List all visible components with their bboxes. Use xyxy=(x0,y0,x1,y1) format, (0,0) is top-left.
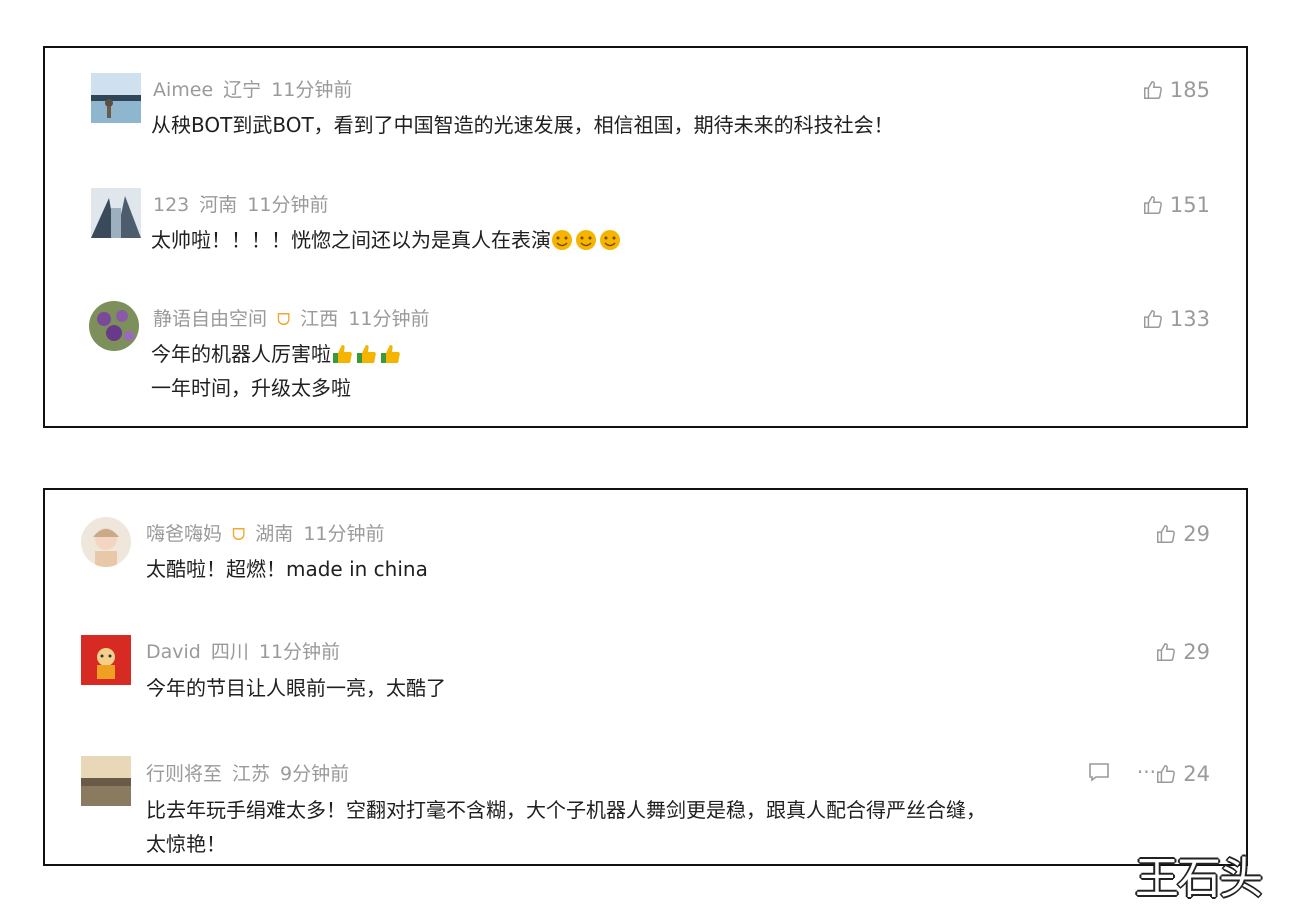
username[interactable]: 静语自由空间 xyxy=(153,308,267,330)
thumbs-up-icon xyxy=(1143,310,1162,328)
thumbs-up-emoji-icon xyxy=(333,345,352,363)
comment-text: 今年的机器人厉害啦 xyxy=(151,338,403,370)
thumbs-up-icon xyxy=(1143,81,1162,99)
region: 辽宁 xyxy=(223,79,262,101)
username[interactable]: 嗨爸嗨妈 xyxy=(146,523,222,545)
like-count: 24 xyxy=(1183,762,1210,786)
timestamp: 11分钟前 xyxy=(247,194,329,216)
like-button[interactable]: 24 xyxy=(1155,762,1210,786)
avatar[interactable] xyxy=(81,635,131,685)
comment-text: 太酷啦！超燃！made in china xyxy=(146,557,428,581)
timestamp: 11分钟前 xyxy=(258,641,341,663)
like-count: 151 xyxy=(1169,193,1210,217)
timestamp: 11分钟前 xyxy=(303,523,385,545)
like-count: 29 xyxy=(1183,640,1210,664)
comment-text-line-2: 太惊艳！ xyxy=(146,832,226,856)
cheering-face-emoji-icon xyxy=(600,230,620,250)
region: 河南 xyxy=(199,194,238,216)
like-count: 185 xyxy=(1169,78,1210,102)
like-button[interactable]: 151 xyxy=(1142,193,1210,217)
region: 江西 xyxy=(300,308,339,330)
vip-badge-icon: ᗜ xyxy=(277,310,291,329)
like-count: 29 xyxy=(1183,522,1210,546)
comment-text: 太帅啦！！！！恍惚之间还以为是真人在表演 xyxy=(151,224,623,256)
cheering-face-emoji-icon xyxy=(576,230,596,250)
thumbs-up-icon xyxy=(1157,525,1176,543)
region: 湖南 xyxy=(255,523,294,545)
avatar[interactable] xyxy=(89,301,139,351)
like-button[interactable]: 29 xyxy=(1155,522,1210,546)
timestamp: 9分钟前 xyxy=(280,763,350,785)
avatar[interactable] xyxy=(91,188,141,238)
username[interactable]: 行则将至 xyxy=(146,763,222,785)
more-icon[interactable]: ··· xyxy=(1137,760,1156,784)
like-button[interactable]: 29 xyxy=(1155,640,1210,664)
thumbs-up-icon xyxy=(1157,765,1176,783)
region: 江苏 xyxy=(232,763,271,785)
username[interactable]: 123 xyxy=(153,194,189,216)
comment-panel-bottom: 嗨爸嗨妈 ᗜ 湖南 11分钟前 太酷啦！超燃！made in china 29 Dav… xyxy=(43,488,1248,866)
avatar[interactable] xyxy=(91,73,141,123)
comment-actions: ··· xyxy=(1087,760,1156,784)
region: 四川 xyxy=(210,641,249,663)
like-button[interactable]: 185 xyxy=(1142,78,1210,102)
thumbs-up-emoji-icon xyxy=(381,345,400,363)
comment-text: 比去年玩手绢难太多！空翻对打毫不含糊，大个子机器人舞剑更是稳，跟真人配合得严丝合… xyxy=(146,798,986,822)
like-count: 133 xyxy=(1169,307,1210,331)
like-button[interactable]: 133 xyxy=(1142,307,1210,331)
comment-text-line-2: 一年时间，升级太多啦 xyxy=(151,376,351,400)
vip-badge-icon: ᗜ xyxy=(232,525,246,544)
avatar[interactable] xyxy=(81,756,131,806)
username[interactable]: David xyxy=(146,641,201,663)
thumbs-up-icon xyxy=(1143,196,1162,214)
timestamp: 11分钟前 xyxy=(271,79,353,101)
avatar[interactable] xyxy=(81,517,131,567)
comment-text: 今年的节目让人眼前一亮，太酷了 xyxy=(146,676,446,700)
watermark: 王石头 xyxy=(1135,853,1263,904)
comment-panel-top: Aimee 辽宁 11分钟前 从秧BOT到武BOT，看到了中国智造的光速发展，相信祖… xyxy=(43,46,1248,428)
cheering-face-emoji-icon xyxy=(552,230,572,250)
timestamp: 11分钟前 xyxy=(348,308,430,330)
reply-icon[interactable] xyxy=(1087,760,1111,784)
comment-text: 从秧BOT到武BOT，看到了中国智造的光速发展，相信祖国，期待未来的科技社会！ xyxy=(151,113,894,137)
thumbs-up-icon xyxy=(1157,643,1176,661)
thumbs-up-emoji-icon xyxy=(357,345,376,363)
username[interactable]: Aimee xyxy=(153,79,213,101)
